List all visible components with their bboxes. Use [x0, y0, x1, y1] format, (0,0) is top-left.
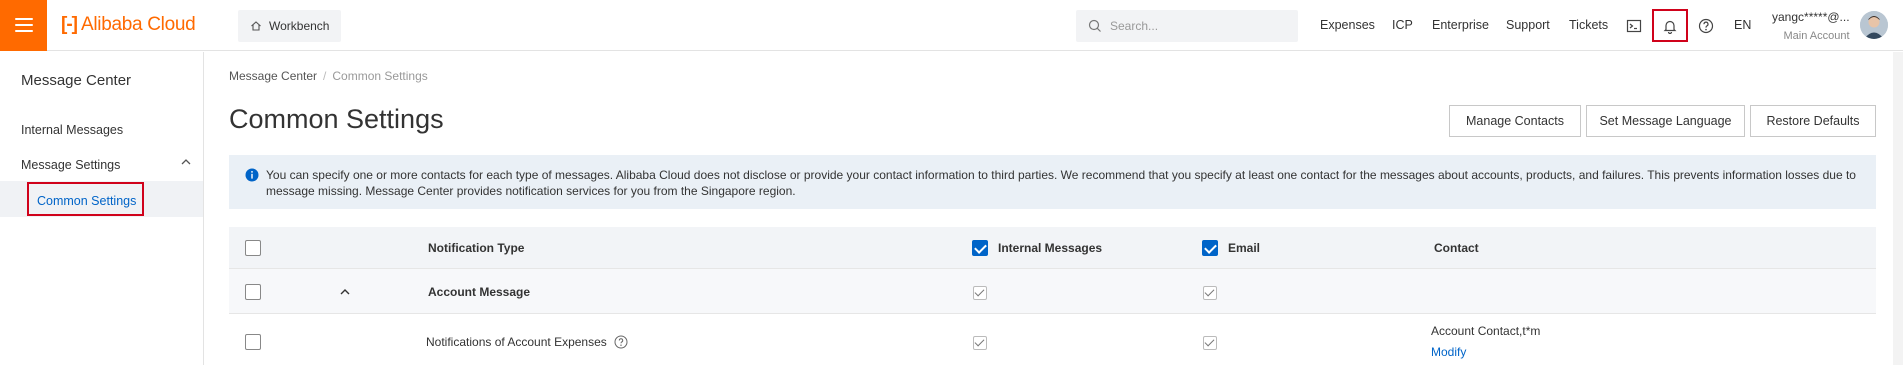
alibaba-cloud-logo[interactable]: [-] Alibaba Cloud: [61, 0, 196, 51]
common-settings-highlight-box: [27, 182, 144, 216]
group-internal-checkbox[interactable]: [973, 286, 987, 300]
nav-support[interactable]: Support: [1506, 18, 1550, 32]
help-button[interactable]: [1694, 14, 1718, 38]
sidebar-title: Message Center: [21, 72, 132, 89]
nav-tickets[interactable]: Tickets: [1569, 18, 1608, 32]
column-header-email: Email: [1228, 241, 1261, 255]
question-circle-icon[interactable]: [614, 335, 628, 349]
manage-contacts-button[interactable]: Manage Contacts: [1449, 105, 1581, 137]
account-name: yangc*****@...: [1772, 10, 1850, 24]
sidebar: Message Center Internal Messages Message…: [0, 52, 204, 365]
nav-icp[interactable]: ICP: [1392, 18, 1413, 32]
group-label: Account Message: [428, 285, 531, 299]
avatar[interactable]: [1860, 11, 1888, 39]
restore-defaults-button[interactable]: Restore Defaults: [1750, 105, 1876, 137]
bell-highlight-box: [1652, 9, 1688, 42]
workbench-button[interactable]: Workbench: [238, 10, 342, 42]
hamburger-menu-button[interactable]: [0, 0, 47, 51]
logo-mark-icon: [-]: [61, 14, 78, 35]
info-icon: [245, 168, 259, 182]
breadcrumb-current: Common Settings: [332, 69, 428, 83]
contact-value: Account Contact,t*m: [1431, 324, 1541, 338]
sidebar-item-internal-messages[interactable]: Internal Messages: [21, 123, 123, 137]
nav-expenses[interactable]: Expenses: [1320, 18, 1375, 32]
question-circle-icon: [1698, 18, 1714, 34]
home-icon: [251, 21, 261, 31]
menu-line: [14, 18, 33, 20]
internal-messages-all-checkbox[interactable]: [972, 240, 988, 256]
chevron-up-icon[interactable]: [339, 286, 351, 298]
notification-type-label: Notifications of Account Expenses: [426, 335, 607, 349]
search-box[interactable]: [1076, 10, 1298, 42]
breadcrumb-message-center[interactable]: Message Center: [229, 69, 317, 83]
row-select-checkbox[interactable]: [245, 334, 261, 350]
info-notice: You can specify one or more contacts for…: [229, 155, 1876, 209]
sidebar-item-message-settings[interactable]: Message Settings: [21, 158, 120, 172]
notice-text: You can specify one or more contacts for…: [266, 168, 1856, 198]
set-message-language-button[interactable]: Set Message Language: [1586, 105, 1745, 137]
email-all-checkbox[interactable]: [1202, 240, 1218, 256]
column-header-internal-messages: Internal Messages: [998, 241, 1103, 255]
table-header-row: Notification Type Internal Messages Emai…: [229, 227, 1876, 269]
page-title: Common Settings: [229, 104, 444, 134]
table-group-row: Account Message: [229, 269, 1876, 314]
account-info[interactable]: yangc*****@... Main Account: [1772, 10, 1850, 42]
page-scrollbar[interactable]: [1893, 52, 1903, 365]
cloud-shell-button[interactable]: [1622, 14, 1646, 38]
search-icon: [1088, 19, 1101, 32]
modify-link[interactable]: Modify: [1431, 345, 1466, 359]
nav-enterprise[interactable]: Enterprise: [1432, 18, 1489, 32]
group-select-checkbox[interactable]: [245, 284, 261, 300]
row-email-checkbox[interactable]: [1203, 336, 1217, 350]
group-email-checkbox[interactable]: [1203, 286, 1217, 300]
user-avatar-icon: [1860, 11, 1888, 39]
column-header-contact: Contact: [1434, 241, 1479, 255]
breadcrumb-separator: /: [323, 69, 327, 83]
notification-settings-table: Notification Type Internal Messages Emai…: [229, 227, 1876, 365]
workbench-label: Workbench: [269, 19, 330, 33]
account-role: Main Account: [1783, 30, 1850, 42]
logo-text: Alibaba Cloud: [80, 14, 196, 35]
menu-line: [14, 24, 33, 26]
row-internal-checkbox[interactable]: [973, 336, 987, 350]
search-input[interactable]: [1110, 19, 1280, 33]
breadcrumb: Message Center / Common Settings: [229, 69, 428, 83]
menu-line: [14, 30, 33, 32]
language-switcher[interactable]: EN: [1734, 18, 1751, 32]
table-row: Notifications of Account Expenses Accoun…: [229, 314, 1876, 365]
terminal-icon: [1626, 19, 1642, 33]
column-header-notification-type: Notification Type: [428, 241, 525, 255]
chevron-up-icon[interactable]: [180, 156, 192, 168]
select-all-checkbox[interactable]: [245, 240, 261, 256]
